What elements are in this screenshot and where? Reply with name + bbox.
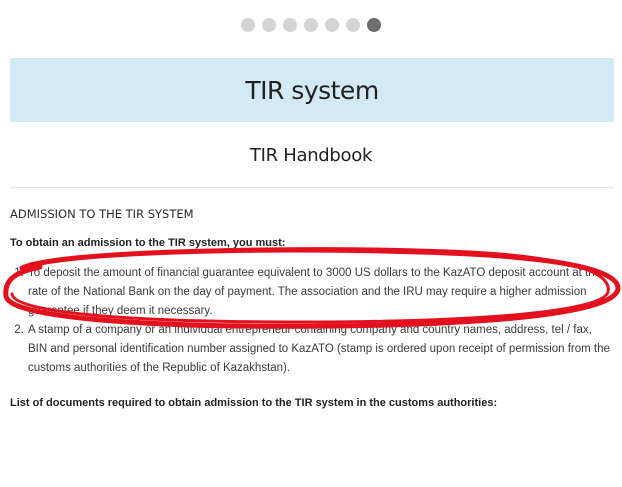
pager-dot[interactable]: [283, 18, 297, 32]
page-subtitle: TIR Handbook: [249, 145, 373, 166]
pager-dots: [0, 18, 622, 32]
pager-dot[interactable]: [304, 18, 318, 32]
requirements-lead: To obtain an admission to the TIR system…: [10, 237, 286, 249]
documents-heading: List of documents required to obtain adm…: [10, 397, 498, 409]
title-banner: TIR system: [10, 58, 614, 122]
pager-dot[interactable]: [241, 18, 255, 32]
divider: [10, 187, 614, 188]
requirement-item: A stamp of a company or an individual en…: [27, 321, 614, 378]
article-content: ADMISSION TO THE TIR SYSTEM To obtain an…: [10, 205, 614, 412]
pager-dot[interactable]: [367, 18, 381, 32]
page-title: TIR system: [245, 75, 379, 105]
requirements-list: To deposit the amount of financial guara…: [10, 264, 614, 378]
section-heading: ADMISSION TO THE TIR SYSTEM: [10, 207, 194, 221]
pager-dot[interactable]: [325, 18, 339, 32]
pager-dot[interactable]: [346, 18, 360, 32]
pager-dot[interactable]: [262, 18, 276, 32]
requirement-item: To deposit the amount of financial guara…: [27, 264, 614, 321]
